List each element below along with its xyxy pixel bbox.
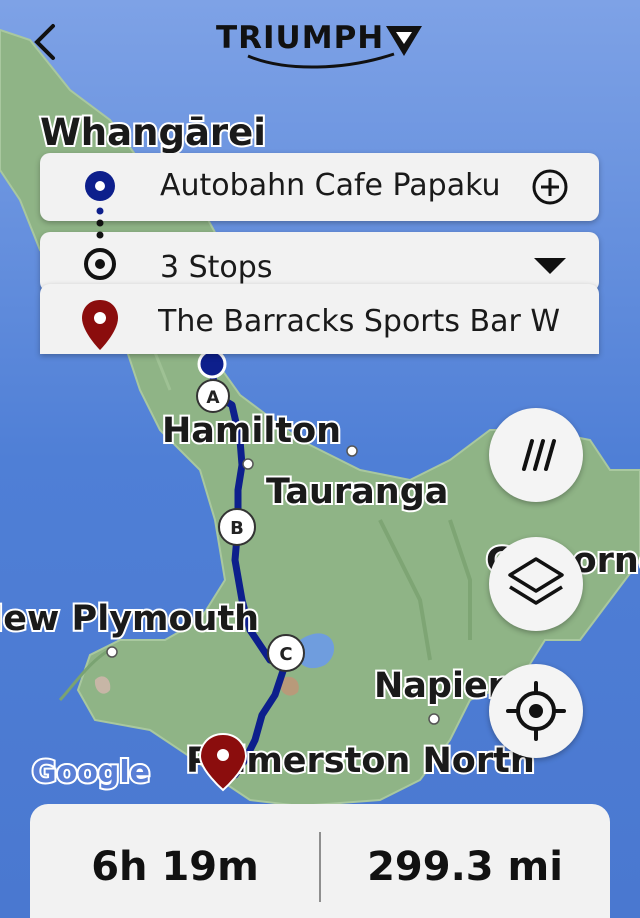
origin-marker[interactable] [197, 349, 227, 379]
waypoint-b-label: B [230, 518, 244, 539]
brand-logo: TRIUMPH [216, 18, 426, 69]
origin-dot-icon [85, 171, 115, 201]
route-summary-panel: 6h 19m 299.3 mi [30, 804, 610, 918]
stops-card[interactable]: 3 Stops [40, 232, 599, 292]
distance-value: 299.3 mi [367, 844, 563, 890]
duration-value: 6h 19m [91, 844, 259, 890]
brand-swoosh [247, 52, 395, 69]
city-label-whangarei: Whangārei [40, 111, 266, 154]
google-attribution[interactable]: Google [30, 753, 152, 792]
layers-icon [508, 557, 564, 605]
add-circle-icon[interactable] [531, 168, 569, 206]
city-dot [242, 458, 254, 470]
waypoint-b-marker[interactable]: B [218, 508, 256, 546]
destination-pin-icon [82, 300, 118, 350]
locate-me-button[interactable] [489, 664, 583, 758]
route-connector-dots [96, 207, 104, 239]
waypoint-a-label: A [206, 388, 220, 408]
city-dot [106, 646, 118, 658]
start-location-label: Autobahn Cafe Papaku [160, 168, 501, 203]
route-style-button[interactable] [489, 408, 583, 502]
city-dot [428, 713, 440, 725]
start-location-card[interactable]: Autobahn Cafe Papaku [40, 153, 599, 221]
city-label-napier: Napier [374, 666, 506, 706]
chevron-left-icon [34, 24, 55, 60]
back-button[interactable] [22, 18, 66, 66]
waypoint-c-marker[interactable]: C [267, 634, 305, 672]
stops-label: 3 Stops [160, 250, 273, 285]
waypoint-c-label: C [279, 644, 292, 665]
top-bar: TRIUMPH [0, 0, 640, 80]
waypoint-a-marker[interactable]: A [196, 379, 230, 413]
triple-slash-icon [522, 439, 556, 471]
destination-label: The Barracks Sports Bar W [158, 304, 561, 339]
city-label-tauranga: Tauranga [266, 472, 448, 512]
city-label-new-plymouth: New Plymouth [0, 599, 259, 639]
city-label-hamilton: Hamilton [162, 411, 341, 451]
waypoint-ring-icon [84, 248, 116, 280]
crosshair-icon [506, 681, 566, 741]
layers-button[interactable] [489, 537, 583, 631]
city-dot [346, 445, 358, 457]
caret-down-icon[interactable] [532, 256, 568, 278]
destination-card[interactable]: The Barracks Sports Bar W [40, 284, 599, 354]
